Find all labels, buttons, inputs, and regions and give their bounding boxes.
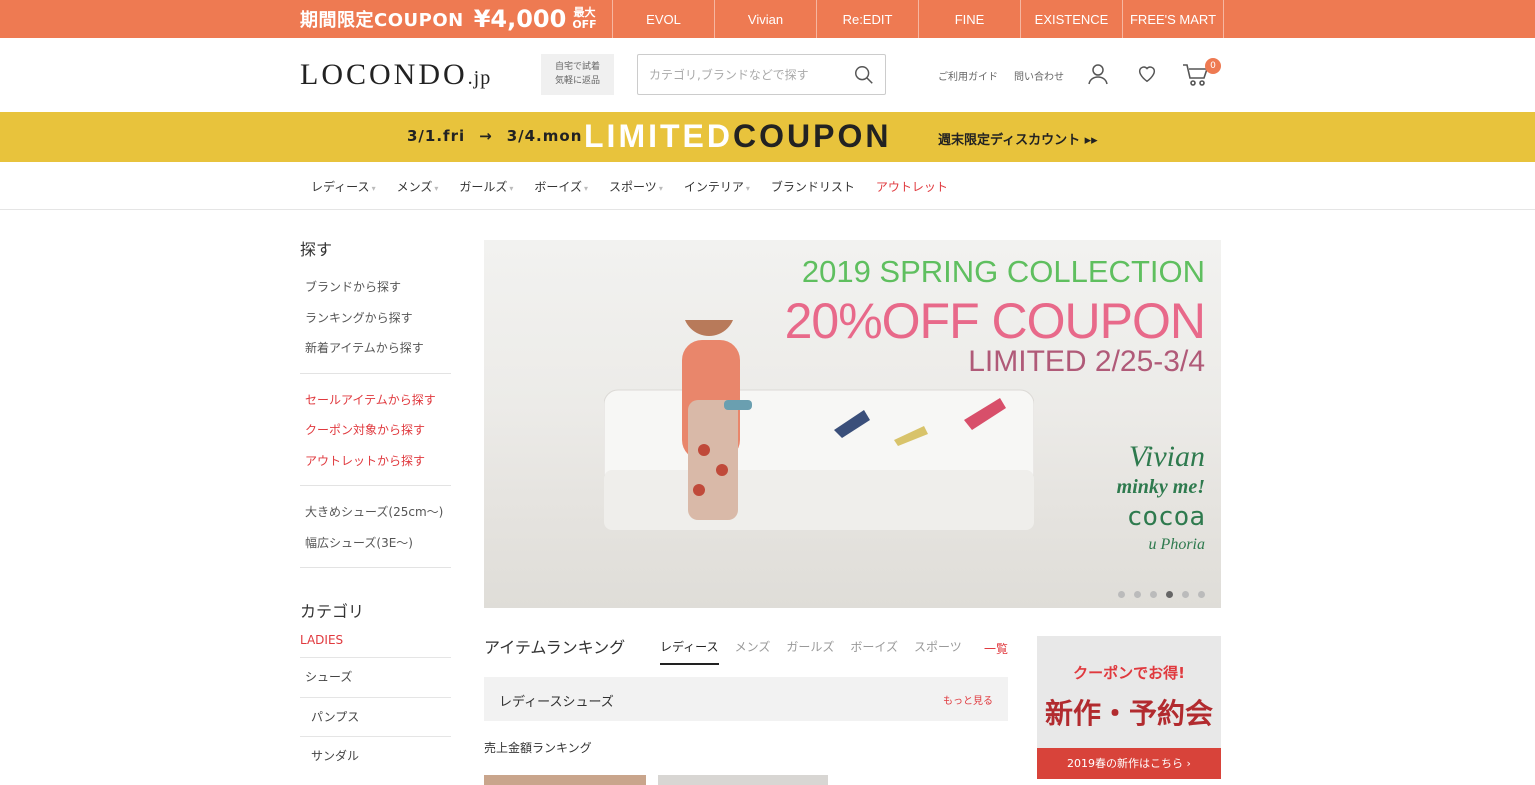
coupon-promo[interactable]: 期間限定COUPON ¥4,000 最大 OFF: [300, 0, 597, 38]
brand-tab-fine[interactable]: FINE: [918, 0, 1020, 38]
carousel-dot[interactable]: [1134, 591, 1141, 598]
sidebar-item-wide-shoes[interactable]: 幅広シューズ(3E〜): [300, 528, 451, 559]
tab-sports[interactable]: スポーツ: [914, 638, 962, 665]
ranking-heading: アイテムランキング: [484, 638, 626, 657]
hero-banner[interactable]: 2019 SPRING COLLECTION 20%OFF COUPON LIM…: [484, 240, 1221, 608]
main-nav: レディース ▾ メンズ ▾ ガールズ ▾ ボーイズ ▾ スポーツ ▾ インテリア ▾ ブラン…: [0, 162, 1535, 210]
see-more-link[interactable]: もっと見る: [943, 692, 993, 707]
ranking-category-box: レディースシューズ もっと見る: [484, 677, 1008, 721]
brand-tab-evol[interactable]: EVOL: [612, 0, 714, 38]
category-group-ladies[interactable]: LADIES: [300, 633, 343, 647]
cart-count-badge: 0: [1205, 58, 1221, 74]
hero-brand-cocoa: cocoa: [1126, 502, 1205, 532]
ranking-category-label: レディースシューズ: [499, 695, 614, 710]
category-item-shoes[interactable]: シューズ: [300, 657, 451, 697]
carousel-dot[interactable]: [1198, 591, 1205, 598]
promo-text: 期間限定COUPON: [300, 10, 464, 31]
nav-mens[interactable]: メンズ ▾: [397, 178, 439, 195]
search-icon[interactable]: [853, 64, 875, 86]
ranking-view-all-link[interactable]: 一覧: [984, 640, 1008, 657]
weekend-discount-link[interactable]: 週末限定ディスカウント ▸▸: [938, 129, 1098, 148]
sidebar-item-new[interactable]: 新着アイテムから探す: [300, 333, 451, 364]
nav-brand-list[interactable]: ブランドリスト: [771, 178, 855, 195]
carousel-dot[interactable]: [1150, 591, 1157, 598]
brand-tabs: EVOL Vivian Re:EDIT FINE EXISTENCE FREE'…: [612, 0, 1224, 38]
coupon-title: LIMITEDCOUPON: [584, 118, 892, 154]
tab-ladies[interactable]: レディース: [660, 638, 719, 665]
divider: [300, 567, 451, 568]
brand-tab-reedit[interactable]: Re:EDIT: [816, 0, 918, 38]
sales-ranking-label: 売上金額ランキング: [484, 741, 592, 755]
new-items-promo-card[interactable]: クーポンでお得! 新作・予約会: [1037, 636, 1221, 749]
hero-collection-title: 2019 SPRING COLLECTION: [801, 254, 1205, 289]
hero-carousel-dots: [1118, 591, 1205, 598]
promo-card-subtitle: クーポンでお得!: [1073, 664, 1185, 682]
tab-girls[interactable]: ガールズ: [786, 638, 834, 665]
divider: [300, 485, 451, 486]
product-thumbnail[interactable]: [484, 775, 646, 785]
sidebar: 探す ブランドから探す ランキングから探す 新着アイテムから探す セールアイテム…: [300, 236, 451, 579]
guide-link[interactable]: ご利用ガイド: [938, 68, 998, 83]
limited-coupon-banner[interactable]: 3/1.fri → 3/4.mon LIMITEDCOUPON 週末限定ディスカ…: [0, 112, 1535, 162]
tab-mens[interactable]: メンズ: [735, 638, 771, 665]
nav-interior[interactable]: インテリア ▾: [684, 178, 750, 195]
ranking-tabs: レディース メンズ ガールズ ボーイズ スポーツ: [660, 638, 962, 665]
sidebar-item-coupon[interactable]: クーポン対象から探す: [300, 415, 451, 446]
contact-link[interactable]: 問い合わせ: [1014, 68, 1064, 83]
sidebar-item-outlet[interactable]: アウトレットから探す: [300, 446, 451, 477]
category-heading: カテゴリ: [300, 602, 365, 621]
category-item-sandals[interactable]: サンダル: [300, 736, 451, 776]
product-thumbnail[interactable]: [658, 775, 828, 785]
divider: [300, 372, 451, 374]
home-tryon-note: 自宅で試着 気軽に返品: [541, 54, 614, 95]
promo-card-title: 新作・予約会: [1044, 697, 1213, 730]
search-heading: 探す: [300, 240, 333, 259]
nav-sports[interactable]: スポーツ ▾: [609, 178, 663, 195]
search-input[interactable]: [638, 55, 838, 94]
site-logo[interactable]: LOCONDO.jp: [300, 58, 491, 92]
hero-brand-uphoria: u Phoria: [1148, 536, 1205, 553]
top-promo-bar: 期間限定COUPON ¥4,000 最大 OFF EVOL Vivian Re:E…: [0, 0, 1535, 38]
category-list: シューズ パンプス サンダル: [300, 657, 451, 776]
nav-ladies[interactable]: レディース ▾: [311, 178, 376, 195]
nav-boys[interactable]: ボーイズ ▾: [534, 178, 588, 195]
coupon-dates: 3/1.fri → 3/4.mon: [407, 127, 583, 145]
carousel-dot[interactable]: [1118, 591, 1125, 598]
nav-girls[interactable]: ガールズ ▾: [459, 178, 513, 195]
hero-brand-vivian: Vivian: [1128, 440, 1205, 473]
hero-brand-minkyme: minky me!: [1116, 476, 1205, 498]
heart-icon[interactable]: [1136, 62, 1158, 84]
hero-limited-dates: LIMITED 2/25-3/4: [968, 345, 1205, 378]
brand-tab-existence[interactable]: EXISTENCE: [1020, 0, 1122, 38]
sidebar-item-sale[interactable]: セールアイテムから探す: [300, 385, 451, 416]
hero-coupon-title: 20%OFF COUPON: [784, 293, 1206, 349]
brand-tab-frees-mart[interactable]: FREE'S MART: [1122, 0, 1224, 38]
carousel-dot[interactable]: [1182, 591, 1189, 598]
new-items-button[interactable]: 2019春の新作はこちら ›: [1037, 748, 1221, 779]
nav-outlet[interactable]: アウトレット: [876, 178, 948, 195]
search-box: [637, 54, 886, 95]
tab-boys[interactable]: ボーイズ: [850, 638, 898, 665]
category-item-pumps[interactable]: パンプス: [300, 696, 451, 737]
sidebar-item-brand[interactable]: ブランドから探す: [300, 272, 451, 303]
user-icon[interactable]: [1087, 62, 1111, 86]
brand-tab-vivian[interactable]: Vivian: [714, 0, 816, 38]
header-links: ご利用ガイド 問い合わせ: [938, 68, 1064, 83]
promo-max-off: 最大 OFF: [572, 6, 597, 31]
sidebar-item-ranking[interactable]: ランキングから探す: [300, 303, 451, 334]
sidebar-item-large-shoes[interactable]: 大きめシューズ(25cm〜): [300, 497, 451, 528]
promo-amount: ¥4,000: [473, 5, 567, 33]
carousel-dot-active[interactable]: [1166, 591, 1173, 598]
